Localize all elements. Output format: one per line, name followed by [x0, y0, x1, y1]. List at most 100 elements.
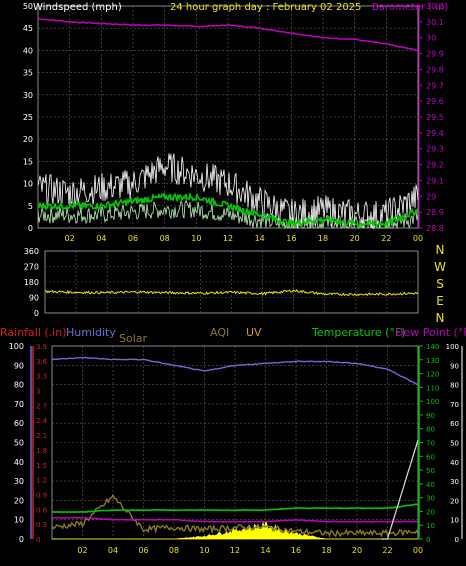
temperature-tick-label: 40 [426, 481, 435, 489]
right-tick-label: 100 [446, 343, 459, 351]
temperature-tick-label: 80 [426, 426, 435, 434]
temperature-tick-label: 30 [426, 495, 435, 503]
right-tick-label: 40 [450, 459, 459, 467]
barometer-tick-label: 29.6 [426, 97, 444, 106]
humidity-tick-label: 20 [14, 496, 24, 505]
wind-tick-label: 50 [23, 2, 33, 11]
wind-tick-label: 25 [23, 113, 33, 122]
graph-title: 24 hour graph day : February 02 2025 [170, 2, 361, 13]
temperature-tick-label: 0 [426, 536, 430, 544]
barometer-tick-label: 28.8 [426, 224, 444, 233]
rainfall-tick-label: 3.9 [36, 343, 47, 351]
direction-tick-label: 90 [29, 294, 39, 303]
humidity-tick-label: 40 [14, 458, 24, 467]
barometer-tick-label: 29 [426, 192, 436, 201]
humidity-tick-label: 30 [14, 477, 24, 486]
barometer-tick-label: 29.4 [426, 129, 444, 138]
barometer-tick-label: 30.2 [426, 2, 444, 11]
rainfall-tick-label: 3 [36, 388, 40, 396]
rainfall-tick-label: 0.6 [36, 506, 48, 514]
weather-graph: Windspeed (mph) 24 hour graph day : Febr… [0, 2, 466, 555]
time-tick-label: 08 [160, 234, 170, 243]
barometer-tick-label: 29.8 [426, 65, 444, 74]
right-tick-label: 50 [450, 440, 459, 448]
time-tick-label: 14 [255, 234, 265, 243]
wind-tick-label: 5 [28, 202, 33, 211]
compass-label: S [436, 277, 444, 291]
compass-label: N [436, 311, 445, 325]
barometer-tick-label: 29.5 [426, 113, 444, 122]
time-tick-label: 12 [223, 234, 233, 243]
time-tick-label: 02 [65, 234, 75, 243]
rainfall-tick-label: 0 [36, 536, 40, 544]
barometer-tick-label: 29.3 [426, 145, 444, 154]
rainfall-tick-label: 1.8 [36, 447, 47, 455]
legend-humidity: Humidity [66, 326, 116, 339]
temperature-tick-label: 50 [426, 467, 435, 475]
time-tick-label: 00 [413, 234, 423, 243]
humidity-tick-label: 10 [14, 516, 24, 525]
time-tick-label: 02 [77, 546, 87, 555]
right-tick-label: 0 [455, 536, 459, 544]
time-tick-label: 04 [96, 234, 106, 243]
barometer-tick-label: 29.7 [426, 81, 444, 90]
time-tick-label: 22 [381, 234, 391, 243]
compass-label: N [436, 243, 445, 257]
rainfall-tick-label: 1.2 [36, 477, 47, 485]
direction-tick-label: 360 [24, 247, 39, 256]
time-tick-label: 18 [318, 234, 328, 243]
legend-solar: Solar [119, 332, 148, 345]
rainfall-tick-label: 0.9 [36, 491, 47, 499]
windspeed-axis-label: Windspeed (mph) [33, 2, 122, 13]
time-tick-label: 22 [382, 546, 392, 555]
temperature-tick-label: 90 [426, 412, 435, 420]
time-tick-label: 10 [191, 234, 201, 243]
legend-aqi: AQI [210, 326, 229, 339]
time-tick-label: 16 [286, 234, 296, 243]
humidity-tick-label: 70 [14, 400, 24, 409]
wind-tick-label: 10 [23, 180, 33, 189]
time-tick-label: 12 [230, 546, 240, 555]
rainfall-tick-label: 2.4 [36, 417, 48, 425]
temperature-tick-label: 100 [426, 398, 439, 406]
legend-temperature: Temperature (°F) [311, 326, 406, 339]
wind-tick-label: 30 [23, 91, 33, 100]
time-tick-label: 20 [352, 546, 362, 555]
wind-tick-label: 35 [23, 69, 33, 78]
rainfall-tick-label: 2.7 [36, 402, 47, 410]
direction-tick-label: 270 [24, 263, 39, 272]
time-tick-label: 06 [138, 546, 148, 555]
time-tick-label: 04 [108, 546, 118, 555]
wind-tick-label: 20 [23, 135, 33, 144]
direction-tick-label: 180 [24, 278, 39, 287]
temperature-tick-label: 110 [426, 384, 439, 392]
rainfall-tick-label: 1.5 [36, 462, 47, 470]
barometer-tick-label: 28.9 [426, 208, 444, 217]
compass-label: E [436, 294, 444, 308]
rainfall-tick-label: 0.3 [36, 521, 47, 529]
humidity-tick-label: 50 [14, 439, 24, 448]
barometer-tick-label: 30.1 [426, 18, 444, 27]
wind-tick-label: 0 [28, 224, 33, 233]
rainfall-tick-label: 3.6 [36, 358, 48, 366]
time-tick-label: 00 [413, 546, 423, 555]
temperature-tick-label: 10 [426, 522, 435, 530]
barometer-tick-label: 29.2 [426, 161, 444, 170]
temperature-tick-label: 70 [426, 440, 435, 448]
temperature-tick-label: 130 [426, 357, 439, 365]
time-tick-label: 16 [291, 546, 301, 555]
right-tick-label: 70 [450, 401, 459, 409]
barometer-tick-label: 30 [426, 34, 436, 43]
right-tick-label: 80 [450, 382, 459, 390]
time-tick-label: 08 [169, 546, 179, 555]
legend-rainfall: Rainfall (.in) [0, 326, 67, 339]
legend-dewpoint: Dew Point (°F) [395, 326, 466, 339]
right-tick-label: 20 [450, 497, 459, 505]
temperature-tick-label: 120 [426, 371, 439, 379]
time-tick-label: 20 [350, 234, 360, 243]
time-tick-label: 06 [128, 234, 138, 243]
rainfall-tick-label: 2.1 [36, 432, 47, 440]
legend-uv: UV [246, 326, 262, 339]
time-tick-label: 18 [321, 546, 331, 555]
time-tick-label: 10 [199, 546, 209, 555]
